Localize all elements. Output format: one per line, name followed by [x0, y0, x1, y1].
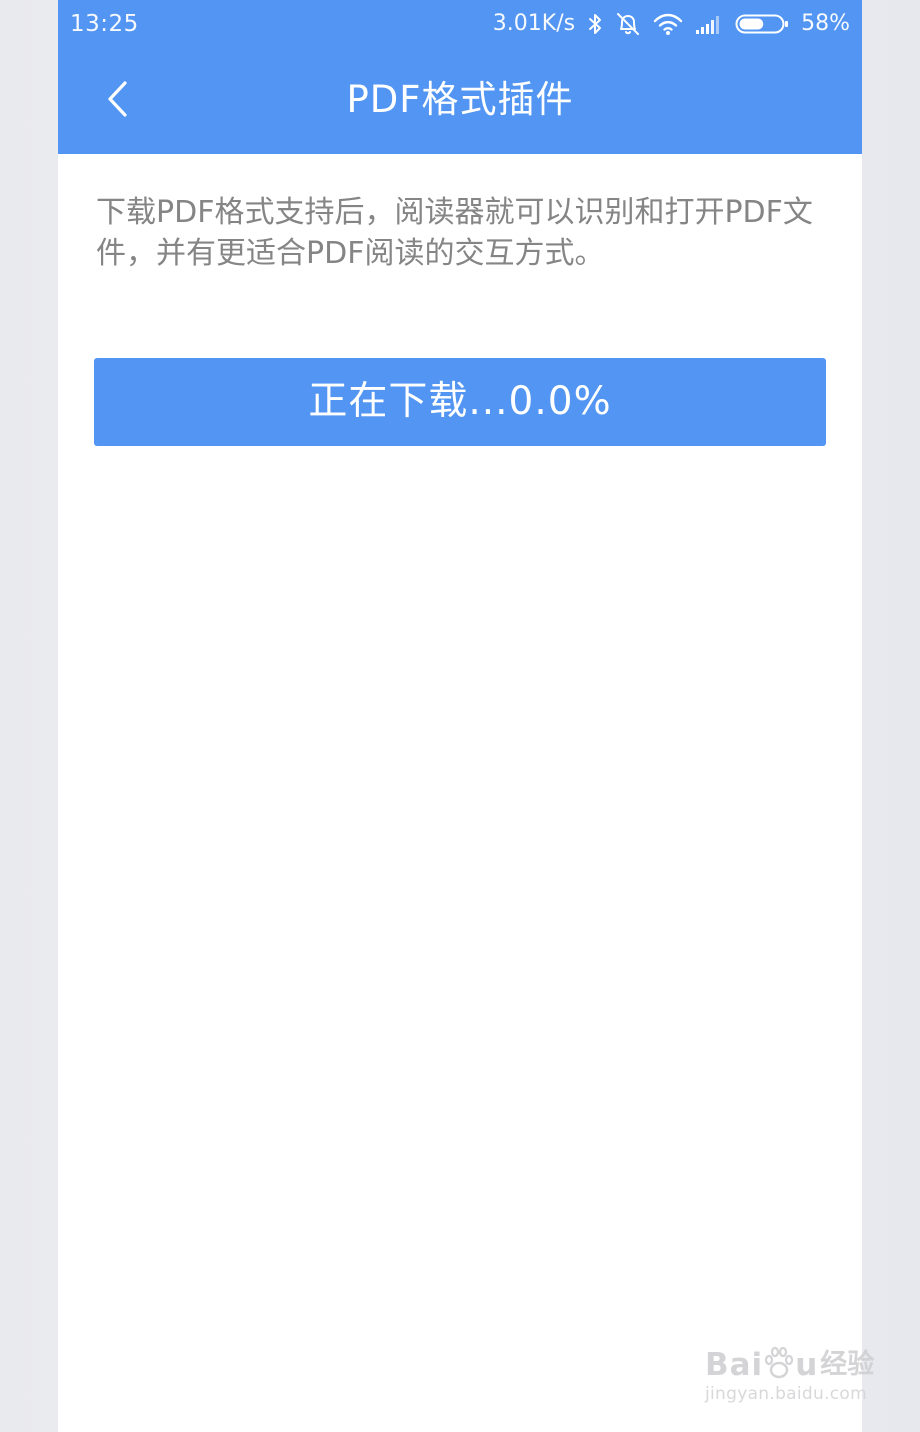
cellular-signal-icon — [695, 13, 723, 35]
alarm-off-icon — [615, 11, 641, 37]
page-title: PDF格式插件 — [346, 78, 574, 121]
phone-screen: 13:25 3.01K/s 58% PDF格式插件 下载PDF格式支持后，阅读器… — [58, 0, 862, 1432]
watermark-url: jingyan.baidu.com — [705, 1384, 867, 1404]
status-bar: 13:25 3.01K/s 58% — [58, 0, 862, 48]
bluetooth-icon — [587, 12, 603, 36]
app-bar: PDF格式插件 — [58, 48, 862, 154]
download-progress-button[interactable]: 正在下载...0.0% — [94, 358, 826, 446]
battery-percentage: 58% — [801, 11, 850, 36]
baidu-jingyan-watermark: Bai u 经验 jingyan.baidu.com — [705, 1332, 895, 1412]
watermark-brand-latin-2: u — [795, 1347, 819, 1383]
plugin-description: 下载PDF格式支持后，阅读器就可以识别和打开PDF文件，并有更适合PDF阅读的交… — [96, 195, 813, 271]
status-time: 13:25 — [70, 11, 139, 37]
network-speed: 3.01K/s — [492, 11, 576, 36]
watermark-brand-latin: Bai — [705, 1347, 764, 1383]
watermark-brand-cn: 经验 — [820, 1349, 875, 1380]
paw-logo-icon — [764, 1346, 794, 1384]
battery-icon — [735, 12, 789, 36]
status-indicators: 3.01K/s 58% — [493, 10, 850, 38]
wifi-icon — [653, 12, 683, 36]
